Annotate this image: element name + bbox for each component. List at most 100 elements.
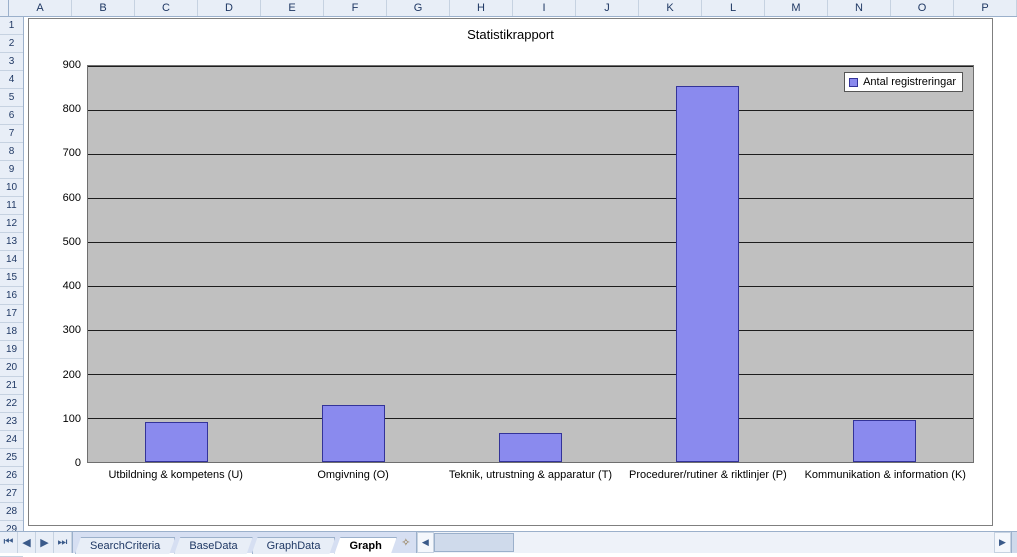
hscroll-thumb[interactable] [434,533,514,552]
gridline [88,418,973,419]
sheet-tab-searchcriteria[interactable]: SearchCriteria [75,537,175,554]
row-header[interactable]: 26 [0,467,23,485]
row-header[interactable]: 13 [0,233,23,251]
legend-series-label: Antal registreringar [863,76,956,88]
select-all-corner[interactable] [0,0,9,16]
row-header[interactable]: 25 [0,449,23,467]
hscroll-left-button[interactable]: ◀ [417,532,434,553]
new-sheet-icon: ✧ [401,536,410,549]
tab-nav-group: ⏮ ◀ ▶ ⏭ [0,532,73,553]
plot-area: Antal registreringar [87,65,974,463]
tab-prev-button[interactable]: ◀ [18,532,36,553]
column-header[interactable]: I [513,0,576,16]
column-header[interactable]: K [639,0,702,16]
sheet-tab-bar: ⏮ ◀ ▶ ⏭ SearchCriteria BaseData GraphData G… [0,531,1017,553]
y-tick-label: 0 [75,457,81,469]
row-header[interactable]: 11 [0,197,23,215]
hscroll-track[interactable] [434,532,994,553]
column-header[interactable]: P [954,0,1017,16]
sheet-tab-label: GraphData [267,540,321,552]
row-header[interactable]: 14 [0,251,23,269]
column-header[interactable]: B [72,0,135,16]
row-header[interactable]: 28 [0,503,23,521]
column-header[interactable]: F [324,0,387,16]
row-header[interactable]: 4 [0,71,23,89]
column-header[interactable]: D [198,0,261,16]
tab-next-icon: ▶ [40,536,48,549]
chevron-left-icon: ◀ [422,537,429,548]
horizontal-scrollbar[interactable]: ◀ ▶ [416,532,1017,553]
column-header[interactable]: O [891,0,954,16]
x-tick-label: Omgivning (O) [264,469,441,482]
new-sheet-button[interactable]: ✧ [396,532,416,553]
y-tick-label: 200 [63,369,81,381]
row-header[interactable]: 12 [0,215,23,233]
chart-object[interactable]: Statistikrapport 01002003004005006007008… [28,18,993,526]
bar [676,86,740,462]
plot-area-wrap: 0100200300400500600700800900 Antal regis… [47,65,974,501]
x-axis-labels: Utbildning & kompetens (U)Omgivning (O)T… [87,467,974,501]
y-tick-label: 100 [63,413,81,425]
legend-swatch-icon [849,78,858,87]
row-header[interactable]: 7 [0,125,23,143]
y-tick-label: 600 [63,192,81,204]
y-axis: 0100200300400500600700800900 [47,65,83,463]
column-header[interactable]: G [387,0,450,16]
gridline [88,374,973,375]
x-tick-label: Kommunikation & information (K) [797,469,974,482]
row-header[interactable]: 15 [0,269,23,287]
sheet-tab-graphdata[interactable]: GraphData [252,537,336,554]
chart-title: Statistikrapport [29,19,992,47]
y-tick-label: 500 [63,236,81,248]
gridline [88,154,973,155]
gridline [88,66,973,67]
bar [145,422,209,462]
column-header[interactable]: A [9,0,72,16]
column-header[interactable]: N [828,0,891,16]
x-tick-label: Teknik, utrustning & apparatur (T) [442,469,619,482]
sheet-tab-basedata[interactable]: BaseData [174,537,252,554]
row-header[interactable]: 5 [0,89,23,107]
row-header[interactable]: 6 [0,107,23,125]
tab-last-icon: ⏭ [58,536,68,549]
hscroll-right-button[interactable]: ▶ [994,532,1011,553]
tab-next-button[interactable]: ▶ [36,532,54,553]
tab-last-button[interactable]: ⏭ [54,532,72,553]
row-header[interactable]: 22 [0,395,23,413]
y-tick-label: 800 [63,103,81,115]
sheet-tab-label: SearchCriteria [90,540,160,552]
row-header[interactable]: 20 [0,359,23,377]
column-header[interactable]: M [765,0,828,16]
tab-prev-icon: ◀ [22,536,30,549]
column-header[interactable]: J [576,0,639,16]
row-header[interactable]: 10 [0,179,23,197]
row-header[interactable]: 1 [0,17,23,35]
y-tick-label: 700 [63,147,81,159]
column-header[interactable]: H [450,0,513,16]
bar [499,433,563,462]
row-header[interactable]: 23 [0,413,23,431]
row-header[interactable]: 2 [0,35,23,53]
column-header[interactable]: E [261,0,324,16]
bar [322,405,386,462]
row-header[interactable]: 17 [0,305,23,323]
tab-first-icon: ⏮ [4,536,14,549]
column-header[interactable]: L [702,0,765,16]
column-header[interactable]: C [135,0,198,16]
row-header[interactable]: 27 [0,485,23,503]
row-header[interactable]: 16 [0,287,23,305]
row-header[interactable]: 21 [0,377,23,395]
row-header[interactable]: 9 [0,161,23,179]
y-tick-label: 900 [63,59,81,71]
row-header[interactable]: 24 [0,431,23,449]
tabs-container: SearchCriteria BaseData GraphData Graph [73,532,396,553]
row-header[interactable]: 18 [0,323,23,341]
sheet-tab-graph[interactable]: Graph [334,537,396,554]
hscroll-split-handle[interactable] [1011,532,1017,553]
sheet-tab-label: Graph [349,540,381,552]
row-header[interactable]: 19 [0,341,23,359]
row-header[interactable]: 3 [0,53,23,71]
tab-first-button[interactable]: ⏮ [0,532,18,553]
row-header[interactable]: 8 [0,143,23,161]
y-tick-label: 300 [63,324,81,336]
